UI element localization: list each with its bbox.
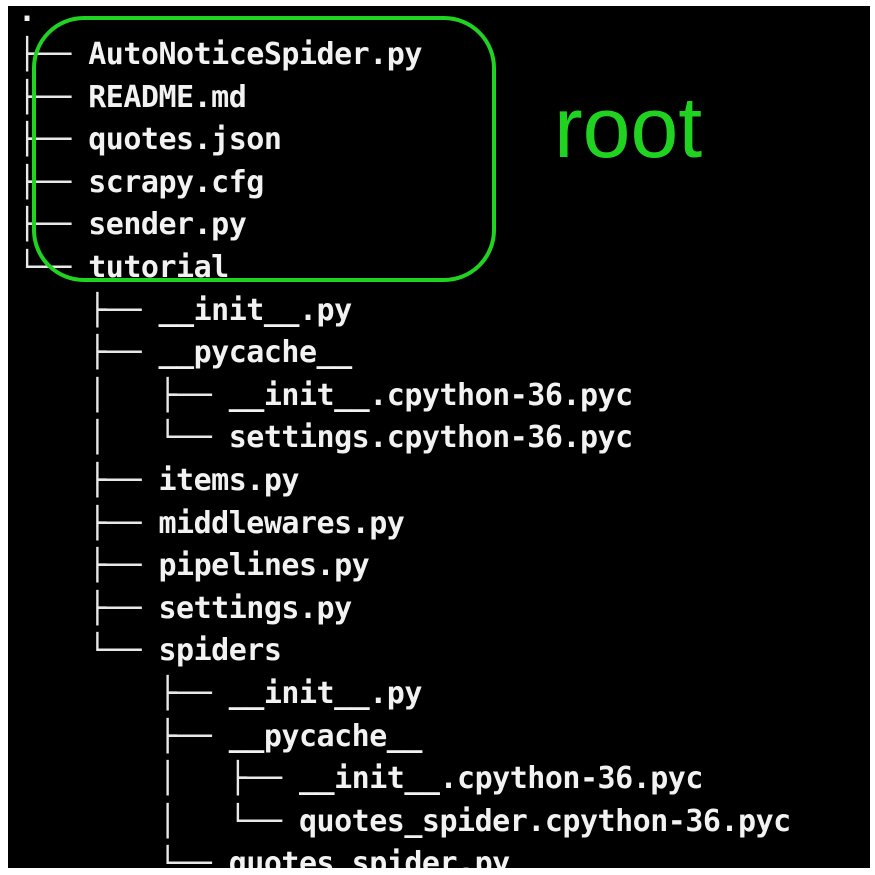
file-name: settings.cpython-36.pyc: [228, 420, 633, 456]
tree-folder-item: ├── __pycache__: [18, 715, 422, 758]
file-name: quotes_spider.cpython-36.pyc: [298, 803, 791, 839]
folder-name: __pycache__: [158, 335, 353, 371]
tree-branch-connector: │ └──: [18, 420, 229, 456]
tree-branch-connector: ├──: [18, 590, 159, 626]
tree-branch-connector: │ ├──: [18, 761, 299, 797]
tree-branch-connector: │ ├──: [18, 377, 229, 413]
root-highlight-outline: [32, 16, 496, 282]
tree-file-item: ├── __init__.py: [18, 289, 352, 332]
tree-branch-connector: └──: [18, 846, 229, 868]
tree-branch-connector: ├──: [18, 548, 159, 584]
tree-branch-connector: └──: [18, 633, 159, 669]
tree-branch-connector: ├──: [18, 718, 229, 754]
tree-folder-item: └── spiders: [18, 629, 282, 672]
file-name: pipelines.py: [158, 548, 370, 584]
file-name: __init__.py: [158, 292, 353, 328]
file-name: quotes_spider.py: [228, 846, 510, 868]
tree-file-item: ├── items.py: [18, 459, 299, 502]
tree-file-item: └── quotes_spider.py: [18, 842, 510, 868]
tree-branch-connector: ├──: [18, 676, 229, 711]
file-name: settings.py: [158, 590, 353, 626]
folder-name: spiders: [158, 633, 282, 669]
tree-file-item: ├── pipelines.py: [18, 544, 370, 587]
tree-branch-connector: ├──: [18, 292, 159, 328]
tree-file-item: ├── __init__.py: [18, 672, 422, 715]
tree-file-item: ├── middlewares.py: [18, 502, 405, 545]
tree-file-item: │ ├── __init__.cpython-36.pyc: [18, 757, 703, 800]
tree-branch-connector: ├──: [18, 505, 159, 541]
root-annotation-label: root: [554, 80, 703, 176]
file-name: __init__.cpython-36.pyc: [228, 377, 633, 413]
tree-branch-connector: │ └──: [18, 803, 299, 839]
file-name: __init__.py: [228, 676, 423, 711]
terminal-window: . ├── AutoNoticeSpider.py ├── README.md ├─…: [8, 6, 870, 868]
file-name: middlewares.py: [158, 505, 405, 541]
tree-folder-item: ├── __pycache__: [18, 331, 352, 374]
tree-file-item: │ ├── __init__.cpython-36.pyc: [18, 374, 633, 417]
file-name: __init__.cpython-36.pyc: [298, 761, 703, 797]
tree-file-item: ├── settings.py: [18, 587, 352, 630]
file-name: items.py: [158, 463, 300, 498]
tree-branch-connector: ├──: [18, 335, 159, 371]
tree-branch-connector: ├──: [18, 463, 159, 498]
tree-file-item: │ └── settings.cpython-36.pyc: [18, 416, 633, 459]
tree-file-item: │ └── quotes_spider.cpython-36.pyc: [18, 800, 791, 843]
tree-root-dot: .: [18, 6, 36, 29]
folder-name: __pycache__: [228, 718, 423, 754]
